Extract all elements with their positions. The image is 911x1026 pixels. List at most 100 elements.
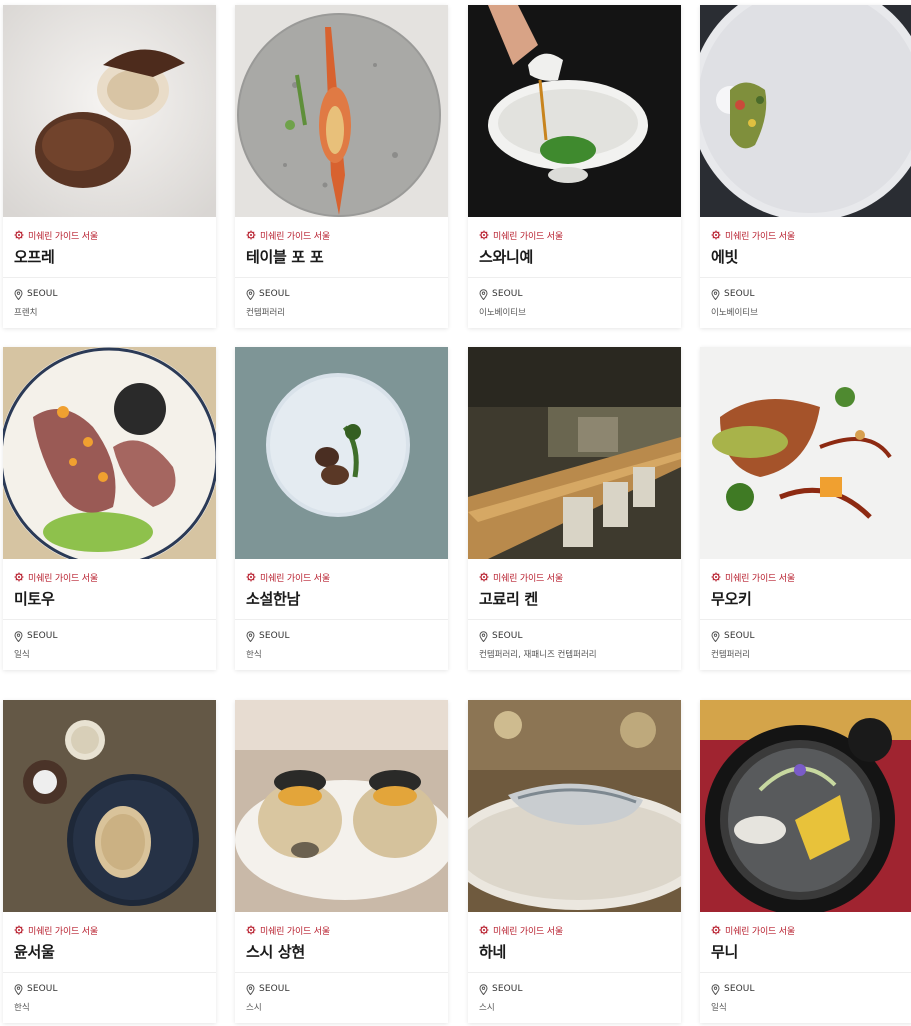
divider (700, 277, 911, 278)
dish-photo[interactable] (468, 700, 681, 912)
guide-label: 미쉐린 가이드 서울 (260, 573, 330, 584)
restaurant-card[interactable]: 미쉐린 가이드 서울 무니 SEOUL 일식 (700, 700, 911, 1023)
cuisine-label: 한식 (14, 1003, 30, 1013)
location: SEOUL (479, 630, 681, 642)
restaurant-name[interactable]: 하네 (479, 941, 681, 963)
location-pin-icon (246, 630, 255, 642)
divider (468, 619, 681, 620)
restaurant-card[interactable]: 미쉐린 가이드 서울 에빗 SEOUL 이노베이티브 (700, 5, 911, 328)
divider (235, 972, 448, 973)
restaurant-grid: 미쉐린 가이드 서울 오프레 SEOUL 프렌치 미쉐린 가이드 서울 테이블 … (0, 0, 911, 1026)
city-label: SEOUL (27, 984, 58, 994)
dish-photo[interactable] (700, 700, 911, 912)
dish-photo[interactable] (3, 700, 216, 912)
city-label: SEOUL (27, 631, 58, 641)
restaurant-name[interactable]: 스와니예 (479, 246, 681, 268)
divider (468, 972, 681, 973)
location: SEOUL (14, 983, 216, 995)
guide-badge: 미쉐린 가이드 서울 (246, 227, 448, 243)
location-pin-icon (711, 288, 720, 300)
location-pin-icon (711, 983, 720, 995)
divider (3, 619, 216, 620)
location-pin-icon (479, 288, 488, 300)
location: SEOUL (479, 288, 681, 300)
guide-label: 미쉐린 가이드 서울 (725, 573, 795, 584)
michelin-icon (14, 925, 24, 935)
divider (468, 277, 681, 278)
restaurant-name[interactable]: 소설한남 (246, 588, 448, 610)
restaurant-name[interactable]: 오프레 (14, 246, 216, 268)
location-pin-icon (246, 288, 255, 300)
restaurant-card[interactable]: 미쉐린 가이드 서울 무오키 SEOUL 컨템퍼러리 (700, 347, 911, 670)
guide-badge: 미쉐린 가이드 서울 (246, 569, 448, 585)
city-label: SEOUL (492, 984, 523, 994)
michelin-icon (711, 925, 721, 935)
guide-label: 미쉐린 가이드 서울 (725, 926, 795, 937)
dish-photo[interactable] (468, 347, 681, 559)
michelin-icon (246, 572, 256, 582)
restaurant-card[interactable]: 미쉐린 가이드 서울 테이블 포 포 SEOUL 컨템퍼러리 (235, 5, 448, 328)
restaurant-card[interactable]: 미쉐린 가이드 서울 윤서울 SEOUL 한식 (3, 700, 216, 1023)
location-pin-icon (479, 630, 488, 642)
guide-badge: 미쉐린 가이드 서울 (479, 569, 681, 585)
dish-photo[interactable] (700, 5, 911, 217)
divider (3, 277, 216, 278)
michelin-icon (479, 572, 489, 582)
michelin-icon (711, 572, 721, 582)
restaurant-name[interactable]: 무니 (711, 941, 911, 963)
city-label: SEOUL (27, 289, 58, 299)
cuisine-label: 프렌치 (14, 308, 38, 318)
dish-photo[interactable] (3, 5, 216, 217)
restaurant-name[interactable]: 스시 상현 (246, 941, 448, 963)
restaurant-card[interactable]: 미쉐린 가이드 서울 오프레 SEOUL 프렌치 (3, 5, 216, 328)
location: SEOUL (711, 983, 911, 995)
restaurant-card[interactable]: 미쉐린 가이드 서울 고료리 켄 SEOUL 컨템퍼러리, 재패니즈 컨템퍼러리 (468, 347, 681, 670)
location: SEOUL (711, 288, 911, 300)
restaurant-name[interactable]: 테이블 포 포 (246, 246, 448, 268)
location-pin-icon (14, 630, 23, 642)
location: SEOUL (246, 288, 448, 300)
guide-label: 미쉐린 가이드 서울 (260, 926, 330, 937)
michelin-icon (711, 230, 721, 240)
city-label: SEOUL (259, 631, 290, 641)
city-label: SEOUL (724, 984, 755, 994)
dish-photo[interactable] (700, 347, 911, 559)
guide-label: 미쉐린 가이드 서울 (28, 573, 98, 584)
dish-photo[interactable] (235, 5, 448, 217)
city-label: SEOUL (492, 289, 523, 299)
city-label: SEOUL (492, 631, 523, 641)
restaurant-card[interactable]: 미쉐린 가이드 서울 스와니예 SEOUL 이노베이티브 (468, 5, 681, 328)
dish-photo[interactable] (3, 347, 216, 559)
dish-photo[interactable] (235, 700, 448, 912)
guide-badge: 미쉐린 가이드 서울 (711, 227, 911, 243)
location-pin-icon (14, 983, 23, 995)
dish-photo[interactable] (468, 5, 681, 217)
restaurant-card[interactable]: 미쉐린 가이드 서울 스시 상현 SEOUL 스시 (235, 700, 448, 1023)
michelin-icon (246, 230, 256, 240)
city-label: SEOUL (724, 289, 755, 299)
location-pin-icon (14, 288, 23, 300)
michelin-icon (479, 230, 489, 240)
guide-badge: 미쉐린 가이드 서울 (479, 922, 681, 938)
dish-photo[interactable] (235, 347, 448, 559)
restaurant-name[interactable]: 고료리 켄 (479, 588, 681, 610)
restaurant-card[interactable]: 미쉐린 가이드 서울 하네 SEOUL 스시 (468, 700, 681, 1023)
guide-label: 미쉐린 가이드 서울 (493, 926, 563, 937)
divider (700, 619, 911, 620)
location-pin-icon (711, 630, 720, 642)
restaurant-name[interactable]: 미토우 (14, 588, 216, 610)
restaurant-card[interactable]: 미쉐린 가이드 서울 미토우 SEOUL 일식 (3, 347, 216, 670)
restaurant-name[interactable]: 무오키 (711, 588, 911, 610)
restaurant-name[interactable]: 윤서울 (14, 941, 216, 963)
guide-label: 미쉐린 가이드 서울 (28, 926, 98, 937)
location: SEOUL (479, 983, 681, 995)
location-pin-icon (246, 983, 255, 995)
restaurant-card[interactable]: 미쉐린 가이드 서울 소설한남 SEOUL 한식 (235, 347, 448, 670)
restaurant-name[interactable]: 에빗 (711, 246, 911, 268)
cuisine-label: 한식 (246, 650, 262, 660)
location: SEOUL (14, 288, 216, 300)
guide-badge: 미쉐린 가이드 서울 (711, 569, 911, 585)
cuisine-label: 이노베이티브 (711, 308, 758, 318)
guide-badge: 미쉐린 가이드 서울 (479, 227, 681, 243)
cuisine-label: 컨템퍼러리, 재패니즈 컨템퍼러리 (479, 650, 597, 660)
